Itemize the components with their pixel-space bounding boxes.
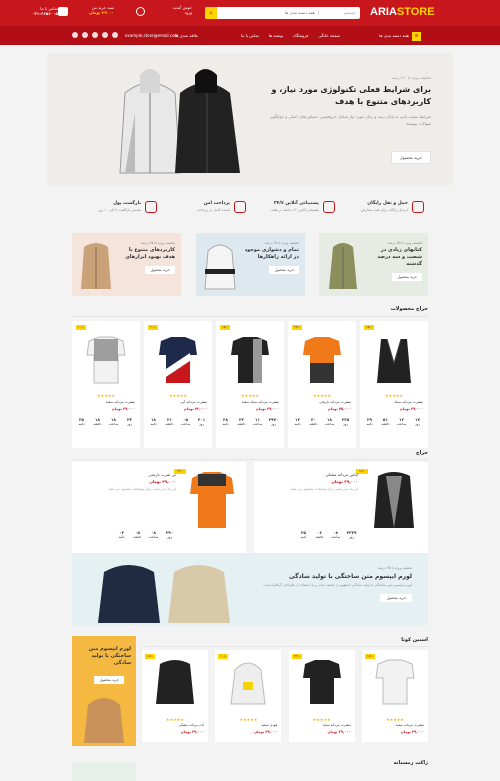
wide-banner: تخفیف ویژه تا ۲۵ درصد لورم ایپسوم متن ساخ…: [72, 553, 428, 625]
nav-items: صفحه خانگی فروشگاه نوشته ها تماس با ما: [241, 33, 340, 38]
winter-promo: [72, 762, 136, 781]
product-image: [190, 472, 234, 528]
send-icon: [412, 201, 424, 213]
hero-small-text: تخفیف ویژه تا ۷۰ درصد: [391, 75, 431, 80]
promo-banner-3[interactable]: تخفیف ویژه تا ۲۵ درصد کاربردهای متنوع با …: [72, 233, 181, 296]
product-image: [303, 337, 341, 383]
product-image: [86, 336, 126, 384]
menu-icon: ≡: [412, 31, 421, 41]
feature-payment: پرداخت امن امنیت کامل در پرداخت: [161, 196, 250, 222]
product-image: [377, 338, 411, 383]
product-card[interactable]: -۲۴٪ ★★★★★ تیشرت مردانه سیاه ۳۹,۰۰۰ تومان: [288, 650, 355, 742]
product-image: [230, 662, 266, 705]
promo-2-button[interactable]: خرید محصول: [269, 266, 299, 274]
account[interactable]: خوش آمدید ورود: [136, 5, 192, 16]
refresh-icon: [145, 201, 157, 213]
new-products-grid: -۱۵٪ ★★★★★ تیشرت مردانه سفید ۳۹,۰۰۰ تومان -…: [142, 650, 428, 742]
pinterest-icon[interactable]: [112, 32, 118, 38]
feature-shipping: حمل و نقل رایگان ارسال رایگان برای همه سف…: [339, 196, 428, 222]
nav-item-contact[interactable]: تماس با ما: [241, 33, 259, 38]
cart[interactable]: سبد خرید من ۲۹۰۰۰ تومان: [58, 5, 114, 16]
hero-banner: تخفیف ویژه تا ۷۰ درصد برای شرایط فعلی تک…: [47, 53, 453, 185]
product-card[interactable]: -۱۵٪ ★★★★★ کت مردانه مشکی ۳۹,۰۰۰ تومان: [142, 650, 209, 742]
feature-refund: بازگشت پول تضمین بازگشت ۷ الی ۱۰ روز: [72, 196, 161, 222]
promo-1-button[interactable]: خرید محصول: [392, 273, 422, 281]
search-icon[interactable]: ⌕: [205, 7, 217, 19]
promo-banner-2[interactable]: تخفیف ویژه تا ۲۵ درصد تمام و دشواری موجود…: [196, 233, 305, 296]
product-card[interactable]: -۲۰٪ ★★★★★ تیشرت مردانه آبی ۴۲,۰۰۰ تومان ۴…: [144, 321, 212, 448]
user-icon: [136, 7, 145, 16]
side-buy-button[interactable]: خرید محصول: [94, 676, 124, 684]
instagram-icon[interactable]: [72, 32, 78, 38]
product-image: [231, 337, 269, 383]
product-image: [374, 472, 414, 528]
deal-card-1[interactable]: -۱۵٪ لباس مردانه مشکی ۳۹,۰۰۰ تومان این یک …: [254, 462, 428, 559]
support-icon: [323, 201, 335, 213]
email-link[interactable]: example.store@email.com: [125, 33, 178, 38]
header: ARIASTORE ⌕ همه دسته بندی ها جستجو خوش آ…: [0, 0, 500, 45]
jackets-banner-image: [98, 565, 230, 623]
wishlist-link[interactable]: علاقه مندی ها: [175, 33, 198, 38]
banner-title: لورم ایپسوم متن ساختگی با تولید سادگی: [289, 573, 412, 580]
deal-card-2[interactable]: -۲۴٪ تی شرت نارنجی ۳۹,۰۰۰ تومان این یک متن…: [72, 462, 246, 559]
logo[interactable]: ARIASTORE: [370, 6, 435, 18]
section-title-new: استین کوتا: [401, 637, 428, 643]
product-card[interactable]: -۱۵٪ ★★★★★ تیشرت مردانه سفید ۳۹,۰۰۰ تومان: [362, 650, 428, 742]
search-input[interactable]: جستجو: [344, 10, 356, 15]
product-card[interactable]: -۱۰٪ ★★★★★ هودی سفید ۳۹,۰۰۰ تومان: [215, 650, 282, 742]
hero-buy-button[interactable]: خرید محصول: [390, 151, 431, 164]
section-title-sale: حراج محصولات: [390, 306, 428, 312]
twitter-icon[interactable]: [92, 32, 98, 38]
nav-item-home[interactable]: صفحه خانگی: [318, 33, 340, 38]
feature-support: پشتیبانی آنلاین ۲۴/۷ پشتیبانی آنلاین ۲۴ س…: [250, 196, 339, 222]
banner-buy-button[interactable]: خرید محصول: [380, 594, 412, 602]
product-image: [375, 659, 415, 705]
nav-item-shop[interactable]: فروشگاه: [293, 33, 308, 38]
hoodie-image: [84, 698, 124, 743]
section-title-winter: ژاکت زمستانه: [393, 760, 428, 766]
nav-bar: ≡همه دسته بندی ها صفحه خانگی فروشگاه نوش…: [0, 26, 500, 45]
hoodie-image: [204, 244, 236, 290]
product-card[interactable]: -۱۸٪ ★★★★★ تیشرت مردانه سیاه سفید ۳۹,۰۰۰ ت…: [216, 321, 284, 448]
sale-products-grid: -۱۵٪ ★★★★★ تیشرت مردانه سیاه ۳۹,۰۰۰ تومان …: [72, 321, 428, 448]
categories-menu[interactable]: ≡همه دسته بندی ها: [375, 31, 425, 41]
side-promo[interactable]: لورم ایپسوم متن ساختگی با تولید سادگی خر…: [72, 636, 136, 746]
product-image: [302, 660, 341, 704]
product-image: [159, 337, 197, 383]
features-row: حمل و نقل رایگان ارسال رایگان برای همه سف…: [72, 196, 428, 222]
lock-icon: [234, 201, 246, 213]
search-bar[interactable]: ⌕ همه دسته بندی ها جستجو: [205, 7, 360, 19]
product-card[interactable]: -۲۴٪ ★★★★★ تیشرت مردانه نارنجی ۴۵,۰۰۰ توما…: [288, 321, 356, 448]
hero-jackets-image: [119, 69, 240, 174]
hero-title: برای شرایط فعلی تکنولوژی مورد نیاز، و کا…: [271, 85, 432, 106]
product-card[interactable]: -۱۵٪ ★★★★★ تیشرت مردانه سیاه ۳۹,۰۰۰ تومان …: [360, 321, 428, 448]
product-card[interactable]: -۱۰٪ ★★★★★ تیشرت مردانه سفید ۳۹,۰۰۰ تومان …: [72, 321, 140, 448]
social-links: [72, 32, 118, 38]
promo-banner-1[interactable]: تخفیف ویژه تا ۲۵ درصد کتابهای زیادی در شص…: [319, 233, 428, 296]
google-plus-icon[interactable]: [102, 32, 108, 38]
nav-item-posts[interactable]: نوشته ها: [269, 33, 283, 38]
cart-icon: [58, 7, 68, 16]
coat-image: [81, 243, 111, 289]
facebook-icon[interactable]: [82, 32, 88, 38]
promo-3-button[interactable]: خرید محصول: [145, 266, 175, 274]
search-category[interactable]: همه دسته بندی ها: [285, 10, 319, 15]
hero-description: شرایط سخت تایپ به پایان رسد و زمان مورد …: [269, 114, 431, 126]
product-image: [156, 660, 195, 704]
section-title-deals: حراج: [415, 450, 428, 456]
contact-phone: تماس با ما ۰۲۱-۶۶۵۶۰۰۵: [31, 6, 58, 16]
jacket-image: [329, 243, 357, 289]
